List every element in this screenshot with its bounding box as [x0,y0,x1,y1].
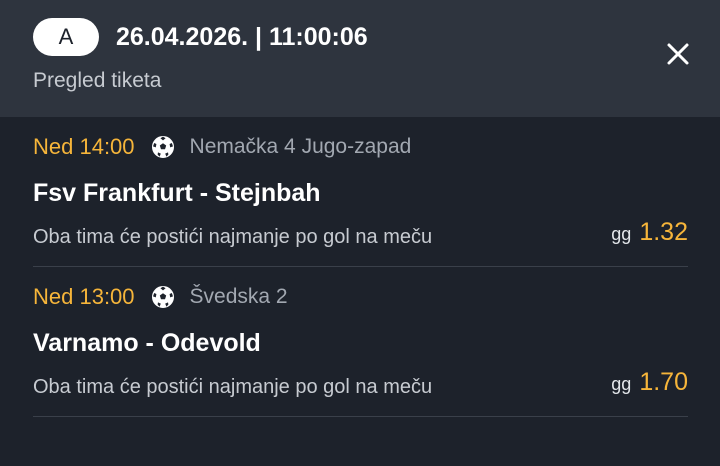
match-market: Oba tima će postići najmanje po gol na m… [33,226,433,248]
match-teams: Fsv Frankfurt - Stejnbah [33,179,321,207]
match-pick: gg [611,374,632,394]
match-odds: gg 1.32 [611,218,688,247]
match-league: Švedska 2 [189,285,288,308]
match-meta: Ned 13:00 Švedska 2 [33,284,288,310]
match-time: Ned 14:00 [33,134,135,159]
ticket-match-list: Ned 14:00 Nemačka 4 Jugo-zapad Fsv Frank… [0,117,720,417]
match-item: Ned 13:00 Švedska 2 Varnamo - Odevold Ob… [0,267,720,417]
match-meta: Ned 14:00 Nemačka 4 Jugo-zapad [33,134,411,160]
page-title: Pregled tiketa [33,69,162,92]
match-odd-value: 1.32 [639,218,688,246]
ticket-datetime: 26.04.2026. | 11:00:06 [116,23,368,51]
ticket-header: A 26.04.2026. | 11:00:06 Pregled tiketa [0,0,720,117]
match-odds: gg 1.70 [611,368,688,397]
match-market: Oba tima će postići najmanje po gol na m… [33,376,433,398]
match-item: Ned 14:00 Nemačka 4 Jugo-zapad Fsv Frank… [0,117,720,267]
match-teams: Varnamo - Odevold [33,329,261,357]
close-icon[interactable] [662,38,694,70]
match-league: Nemačka 4 Jugo-zapad [189,135,412,158]
ticket-badge: A [33,18,99,56]
match-odd-value: 1.70 [639,368,688,396]
match-pick: gg [611,224,632,244]
match-time: Ned 13:00 [33,284,135,309]
soccer-ball-icon [151,136,174,158]
divider [33,416,688,417]
soccer-ball-icon [151,286,174,308]
